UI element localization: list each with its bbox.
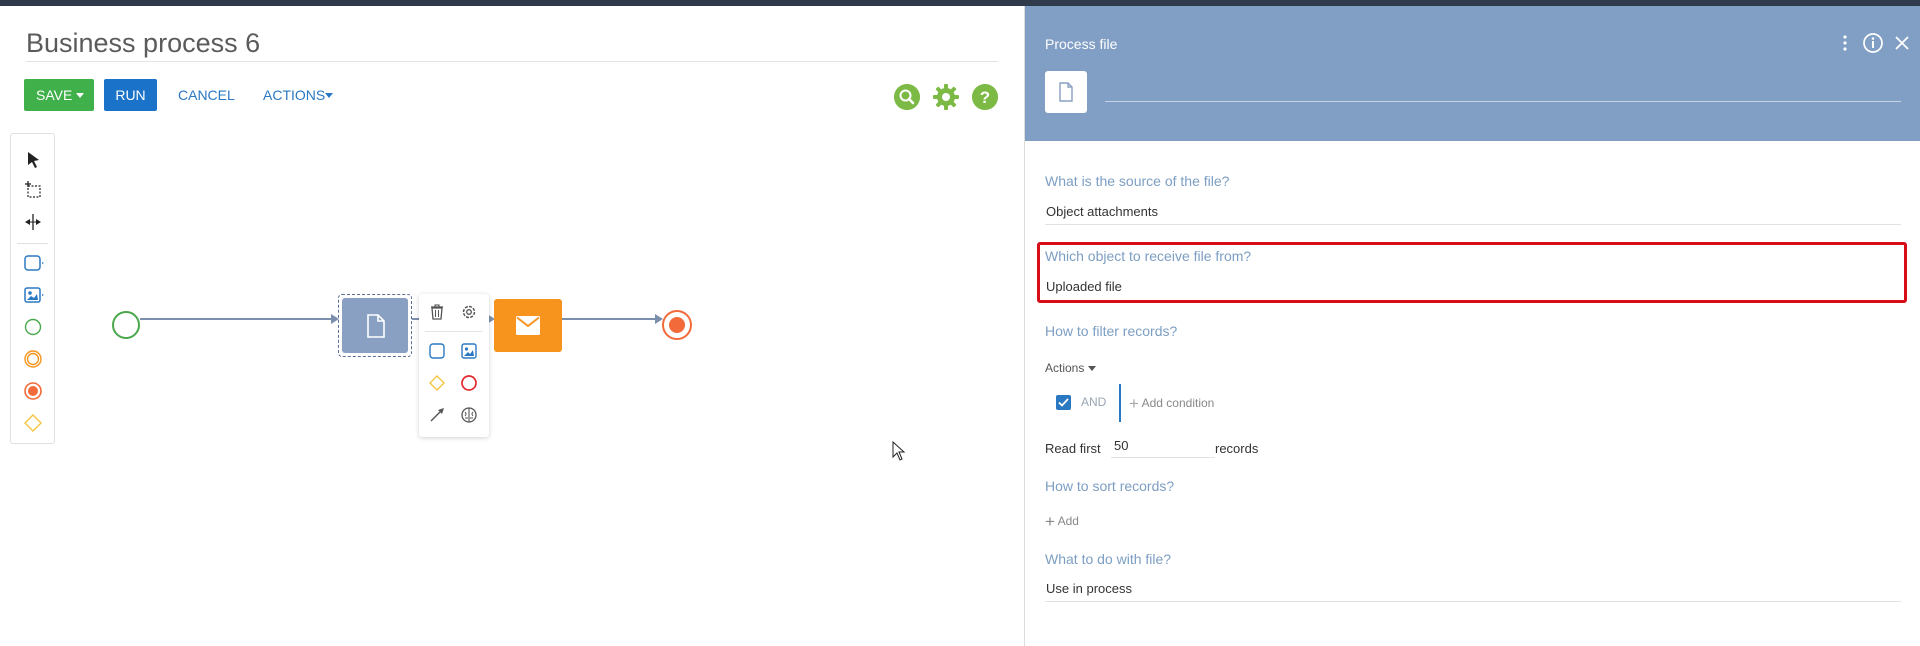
chevron-down-icon [1087, 366, 1096, 372]
start-event[interactable] [112, 311, 140, 339]
add-sort-button[interactable]: + Add [1045, 512, 1079, 532]
end-event[interactable] [662, 310, 692, 340]
process-file-task[interactable] [338, 294, 412, 357]
object-field[interactable]: Uploaded file [1045, 274, 1901, 300]
page-title: Business process 6 [26, 28, 261, 58]
cancel-button[interactable]: CANCEL [178, 79, 238, 111]
gateway-icon[interactable] [22, 412, 44, 434]
envelope-icon [516, 316, 540, 335]
filter-and-toggle[interactable]: AND [1081, 395, 1106, 409]
process-file-task-body [342, 298, 408, 353]
task-icon[interactable] [22, 252, 44, 274]
actions-button[interactable]: ACTIONS [263, 79, 343, 111]
add-condition-button[interactable]: + Add condition [1129, 394, 1214, 414]
source-field[interactable]: Object attachments [1045, 199, 1901, 225]
trash-icon[interactable] [427, 302, 447, 322]
gear-icon[interactable] [459, 302, 479, 322]
space-tool-icon[interactable] [22, 211, 44, 233]
action-field[interactable]: Use in process [1045, 576, 1901, 602]
send-email-task[interactable] [494, 299, 562, 352]
object-question-label: Which object to receive file from? [1045, 248, 1252, 264]
read-first-input[interactable] [1111, 434, 1215, 458]
task-icon[interactable] [427, 341, 447, 361]
element-name-input[interactable] [1105, 76, 1901, 102]
file-icon [1059, 82, 1073, 102]
element-properties-panel: Process file What is the source of the f… [1024, 6, 1920, 646]
filter-group-checkbox[interactable] [1056, 395, 1071, 410]
element-context-menu [419, 294, 489, 437]
chevron-down-icon [325, 93, 333, 98]
gear-icon[interactable] [933, 84, 959, 110]
records-label: records [1215, 441, 1259, 456]
subprocess-icon[interactable] [22, 284, 44, 306]
element-palette [10, 133, 55, 444]
palette-divider [17, 243, 48, 244]
end-event-dot [669, 317, 685, 333]
sequence-flow[interactable] [140, 318, 332, 320]
brain-icon[interactable] [459, 405, 479, 425]
filter-actions-menu[interactable]: Actions [1045, 361, 1096, 375]
intermediate-event-icon[interactable] [22, 348, 44, 370]
end-event-icon[interactable] [22, 380, 44, 402]
gateway-icon[interactable] [427, 373, 447, 393]
element-icon-tile [1045, 71, 1087, 113]
pointer-icon[interactable] [22, 149, 44, 171]
context-menu-divider [425, 331, 483, 332]
add-sort-label: Add [1057, 514, 1079, 529]
search-icon[interactable] [894, 84, 920, 110]
mouse-cursor-icon [892, 441, 906, 461]
read-first-label: Read first [1045, 441, 1101, 456]
filter-question-label: How to filter records? [1045, 323, 1178, 339]
sequence-flow[interactable] [562, 318, 656, 320]
title-divider [26, 61, 998, 62]
filter-actions-label: Actions [1045, 361, 1085, 375]
action-question-label: What to do with file? [1045, 551, 1172, 567]
svg-text:?: ? [980, 88, 990, 107]
plus-icon: + [1045, 512, 1055, 531]
check-icon [1058, 398, 1069, 407]
lasso-icon[interactable] [22, 180, 44, 202]
run-button[interactable]: RUN [104, 79, 157, 111]
add-condition-label: Add condition [1141, 396, 1215, 411]
start-event-icon[interactable] [22, 316, 44, 338]
panel-title: Process file [1045, 36, 1118, 52]
source-question-label: What is the source of the file? [1045, 173, 1230, 189]
help-icon[interactable]: ? [972, 84, 998, 110]
connector-icon[interactable] [427, 405, 447, 425]
filter-group-bar [1119, 384, 1121, 422]
sort-question-label: How to sort records? [1045, 478, 1175, 494]
close-icon[interactable] [1891, 32, 1913, 54]
subprocess-icon[interactable] [459, 341, 479, 361]
save-button-label: SAVE [36, 87, 73, 103]
more-options-icon[interactable] [1834, 32, 1856, 54]
actions-button-label: ACTIONS [263, 87, 326, 103]
info-icon[interactable] [1862, 32, 1884, 54]
save-button[interactable]: SAVE [24, 79, 94, 111]
chevron-down-icon [76, 93, 84, 98]
end-event-icon[interactable] [459, 373, 479, 393]
process-designer: Business process 6 SAVE RUN CANCEL ACTIO… [0, 6, 1024, 646]
panel-header: Process file [1025, 6, 1920, 141]
plus-icon: + [1129, 394, 1139, 413]
file-icon [367, 314, 385, 338]
